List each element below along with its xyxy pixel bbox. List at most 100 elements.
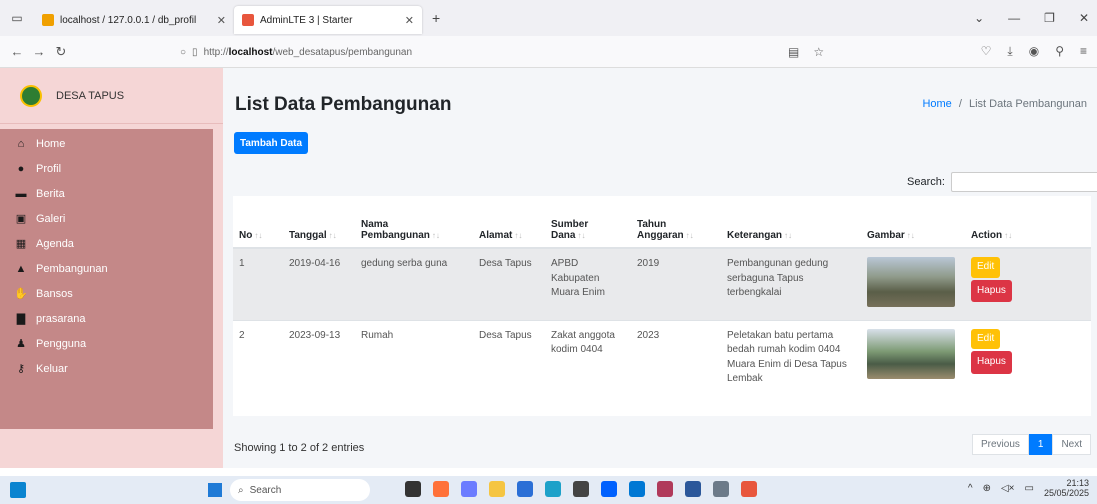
table-header-row: No ↑↓ Tanggal ↑↓ Nama Pembangunan ↑↓ Alamat… bbox=[233, 196, 1091, 249]
reload-icon[interactable]: ↻ bbox=[50, 44, 72, 60]
cell-tanggal: 2019-04-16 bbox=[283, 247, 355, 320]
terminal-icon[interactable] bbox=[405, 481, 421, 497]
col-tahun-anggaran[interactable]: Tahun Anggaran ↑↓ bbox=[631, 196, 721, 249]
close-icon[interactable]: ✕ bbox=[405, 14, 414, 27]
store-icon[interactable] bbox=[517, 481, 533, 497]
newspaper-icon: ▬ bbox=[15, 187, 27, 200]
sidebar-item-keluar[interactable]: ⚷ Keluar bbox=[0, 356, 213, 381]
widgets-icon[interactable] bbox=[10, 482, 26, 498]
key-icon: ⚷ bbox=[16, 363, 26, 375]
next-page-button[interactable]: Next bbox=[1052, 434, 1091, 455]
sort-asc-icon: ↑↓ bbox=[254, 231, 263, 240]
amazon-icon[interactable] bbox=[573, 481, 589, 497]
edge-icon[interactable] bbox=[545, 481, 561, 497]
cell-sumber-dana: APBD Kabupaten Muara Enim bbox=[545, 247, 631, 320]
volume-icon[interactable]: ◁× bbox=[1001, 483, 1015, 494]
breadcrumb-home-link[interactable]: Home bbox=[922, 98, 951, 110]
cell-gambar bbox=[861, 247, 965, 320]
chevron-down-icon[interactable]: ⌄ bbox=[974, 11, 984, 25]
col-nama-pembangunan[interactable]: Nama Pembangunan ↑↓ bbox=[355, 196, 473, 249]
col-keterangan[interactable]: Keterangan ↑↓ bbox=[721, 196, 861, 249]
windows-start-icon[interactable] bbox=[208, 483, 222, 497]
photos-icon[interactable] bbox=[657, 481, 673, 497]
pocket-icon[interactable]: ♡ bbox=[981, 44, 992, 59]
system-tray: ^ ⊕ ◁× ▭ 21:13 25/05/2025 bbox=[968, 478, 1089, 499]
sidebar-item-bansos[interactable]: ✋ Bansos bbox=[0, 281, 213, 306]
vscode-icon[interactable] bbox=[629, 481, 645, 497]
forward-icon[interactable]: → bbox=[28, 44, 50, 59]
sidebar-item-pembangunan[interactable]: ▲ Pembangunan bbox=[0, 256, 213, 281]
previous-page-button[interactable]: Previous bbox=[971, 434, 1029, 455]
minimize-icon[interactable]: — bbox=[1008, 11, 1020, 25]
reader-mode-icon[interactable]: ▤ bbox=[788, 45, 799, 59]
col-sumber-dana[interactable]: Sumber Dana ↑↓ bbox=[545, 196, 631, 249]
download-icon[interactable]: ⤓ bbox=[1007, 44, 1012, 59]
edit-button[interactable]: Edit bbox=[971, 328, 1001, 349]
back-icon[interactable]: ← bbox=[6, 44, 28, 59]
clock[interactable]: 21:13 25/05/2025 bbox=[1044, 478, 1089, 499]
calendar-icon: ▦ bbox=[15, 238, 27, 250]
page-1-button[interactable]: 1 bbox=[1028, 434, 1053, 455]
col-gambar[interactable]: Gambar ↑↓ bbox=[861, 196, 965, 249]
word-icon[interactable] bbox=[685, 481, 701, 497]
taskbar-search[interactable]: ⌕ Search bbox=[230, 479, 370, 501]
app-icon[interactable] bbox=[741, 481, 757, 497]
account-icon[interactable]: ◉ bbox=[1029, 44, 1039, 59]
network-icon[interactable]: ⊕ bbox=[983, 483, 991, 494]
firefox-icon[interactable] bbox=[433, 481, 449, 497]
address-bar[interactable]: ○ ▯ http://localhost/web_desatapus/pemba… bbox=[180, 40, 700, 64]
dropbox-icon[interactable] bbox=[601, 481, 617, 497]
sidebar-item-agenda[interactable]: ▦ Agenda bbox=[0, 231, 213, 256]
extensions-icon[interactable]: ⚲ bbox=[1055, 44, 1064, 59]
col-alamat[interactable]: Alamat ↑↓ bbox=[473, 196, 545, 249]
breadcrumb: Home / List Data Pembangunan bbox=[922, 98, 1087, 110]
edit-button[interactable]: Edit bbox=[971, 257, 1001, 278]
bookmark-star-icon[interactable]: ☆ bbox=[813, 45, 824, 59]
phpmyadmin-icon bbox=[42, 14, 54, 26]
copilot-icon[interactable] bbox=[461, 481, 477, 497]
sidebar-menu: ⌂ Home ● Profil ▬ Berita ▣ Galeri ▦ Agenda ▲ P… bbox=[0, 129, 213, 429]
restore-icon[interactable]: ❐ bbox=[1044, 11, 1055, 25]
cell-no: 2 bbox=[233, 319, 283, 416]
sidebar-item-berita[interactable]: ▬ Berita bbox=[0, 181, 213, 206]
browser-tab-adminlte[interactable]: AdminLTE 3 | Starter ✕ bbox=[234, 6, 422, 34]
col-action[interactable]: Action ↑↓ bbox=[965, 196, 1091, 249]
url-text: http://localhost/web_desatapus/pembangun… bbox=[203, 46, 413, 58]
adminlte-icon bbox=[242, 14, 254, 26]
sidebar-item-prasarana[interactable]: ▇ prasarana bbox=[0, 306, 213, 331]
close-icon[interactable]: ✕ bbox=[217, 14, 226, 27]
delete-button[interactable]: Hapus bbox=[971, 351, 1012, 374]
browser-tab-bar: ▭ localhost / 127.0.0.1 / db_profil ✕ Ad… bbox=[0, 0, 1097, 36]
user-circle-icon: ● bbox=[17, 162, 25, 175]
sidebar-item-galeri[interactable]: ▣ Galeri bbox=[0, 206, 213, 231]
battery-icon[interactable]: ▭ bbox=[1025, 483, 1034, 494]
sort-icon: ↑↓ bbox=[577, 231, 586, 240]
settings-icon[interactable] bbox=[713, 481, 729, 497]
cell-keterangan: Pembangunan gedung serbaguna Tapus terbe… bbox=[721, 247, 861, 320]
menu-icon[interactable]: ≡ bbox=[1080, 44, 1087, 59]
cell-tahun: 2019 bbox=[631, 247, 721, 320]
sidebar-item-pengguna[interactable]: ♟ Pengguna bbox=[0, 331, 213, 356]
content-wrapper: List Data Pembangunan Home / List Data P… bbox=[223, 68, 1097, 468]
breadcrumb-current: List Data Pembangunan bbox=[968, 98, 1087, 110]
close-window-icon[interactable]: ✕ bbox=[1079, 11, 1089, 25]
cell-no: 1 bbox=[233, 247, 283, 320]
user-icon: ♟ bbox=[16, 338, 26, 350]
col-no[interactable]: No ↑↓ bbox=[233, 196, 283, 249]
file-explorer-icon[interactable] bbox=[489, 481, 505, 497]
brand-link[interactable]: DESA TAPUS bbox=[0, 68, 223, 124]
browser-nav-bar: ← → ↻ ○ ▯ http://localhost/web_desatapus… bbox=[0, 36, 1097, 68]
delete-button[interactable]: Hapus bbox=[971, 279, 1012, 302]
add-data-button[interactable]: Tambah Data bbox=[234, 132, 309, 154]
col-tanggal[interactable]: Tanggal ↑↓ bbox=[283, 196, 355, 249]
sidebar-item-home[interactable]: ⌂ Home bbox=[0, 131, 213, 156]
page-title: List Data Pembangunan bbox=[235, 94, 452, 115]
search-input[interactable] bbox=[950, 172, 1097, 192]
tab-title: AdminLTE 3 | Starter bbox=[260, 14, 353, 26]
new-tab-icon[interactable]: + bbox=[422, 10, 450, 26]
chevron-up-icon[interactable]: ^ bbox=[968, 483, 973, 494]
tab-list-icon[interactable]: ▭ bbox=[0, 11, 34, 25]
sort-icon: ↑↓ bbox=[431, 231, 440, 240]
browser-tab-phpmyadmin[interactable]: localhost / 127.0.0.1 / db_profil ✕ bbox=[34, 6, 234, 34]
sidebar-item-profil[interactable]: ● Profil bbox=[0, 156, 213, 181]
